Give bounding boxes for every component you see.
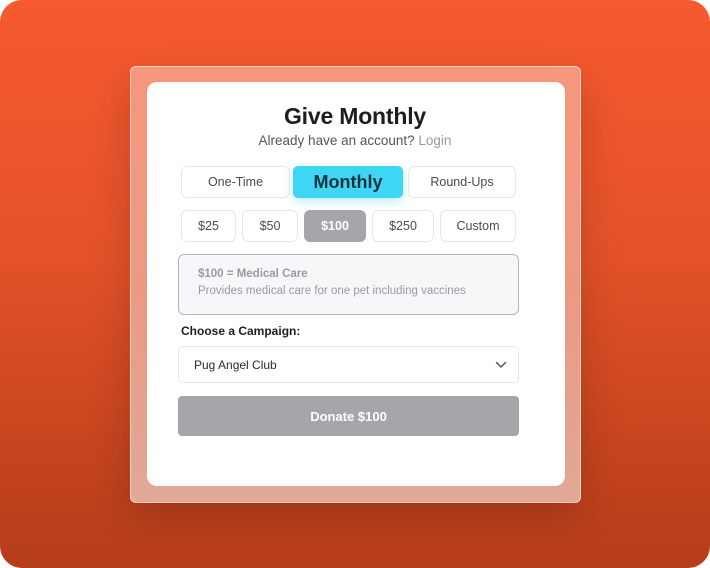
impact-description: Provides medical care for one pet includ… bbox=[198, 285, 466, 297]
impact-title: $100 = Medical Care bbox=[198, 268, 308, 280]
account-prompt: Already have an account? Login bbox=[0, 133, 710, 148]
impact-info-box: $100 = Medical Care Provides medical car… bbox=[178, 254, 519, 315]
login-link[interactable]: Login bbox=[418, 133, 451, 148]
campaign-select[interactable]: Pug Angel Club bbox=[178, 346, 519, 383]
amount-250-button[interactable]: $250 bbox=[372, 210, 434, 242]
amount-50-button[interactable]: $50 bbox=[242, 210, 298, 242]
amount-100-button[interactable]: $100 bbox=[304, 210, 366, 242]
amount-custom-button[interactable]: Custom bbox=[440, 210, 516, 242]
tab-round-ups[interactable]: Round-Ups bbox=[408, 166, 516, 198]
chevron-down-icon bbox=[484, 361, 518, 369]
account-prompt-text: Already have an account? bbox=[258, 133, 415, 148]
donate-button[interactable]: Donate $100 bbox=[178, 396, 519, 436]
amount-25-button[interactable]: $25 bbox=[181, 210, 236, 242]
tab-one-time[interactable]: One-Time bbox=[181, 166, 290, 198]
campaign-selected-value: Pug Angel Club bbox=[194, 357, 277, 372]
tab-monthly[interactable]: Monthly bbox=[293, 166, 403, 198]
page-title: Give Monthly bbox=[283, 103, 426, 129]
campaign-label: Choose a Campaign: bbox=[181, 324, 301, 338]
